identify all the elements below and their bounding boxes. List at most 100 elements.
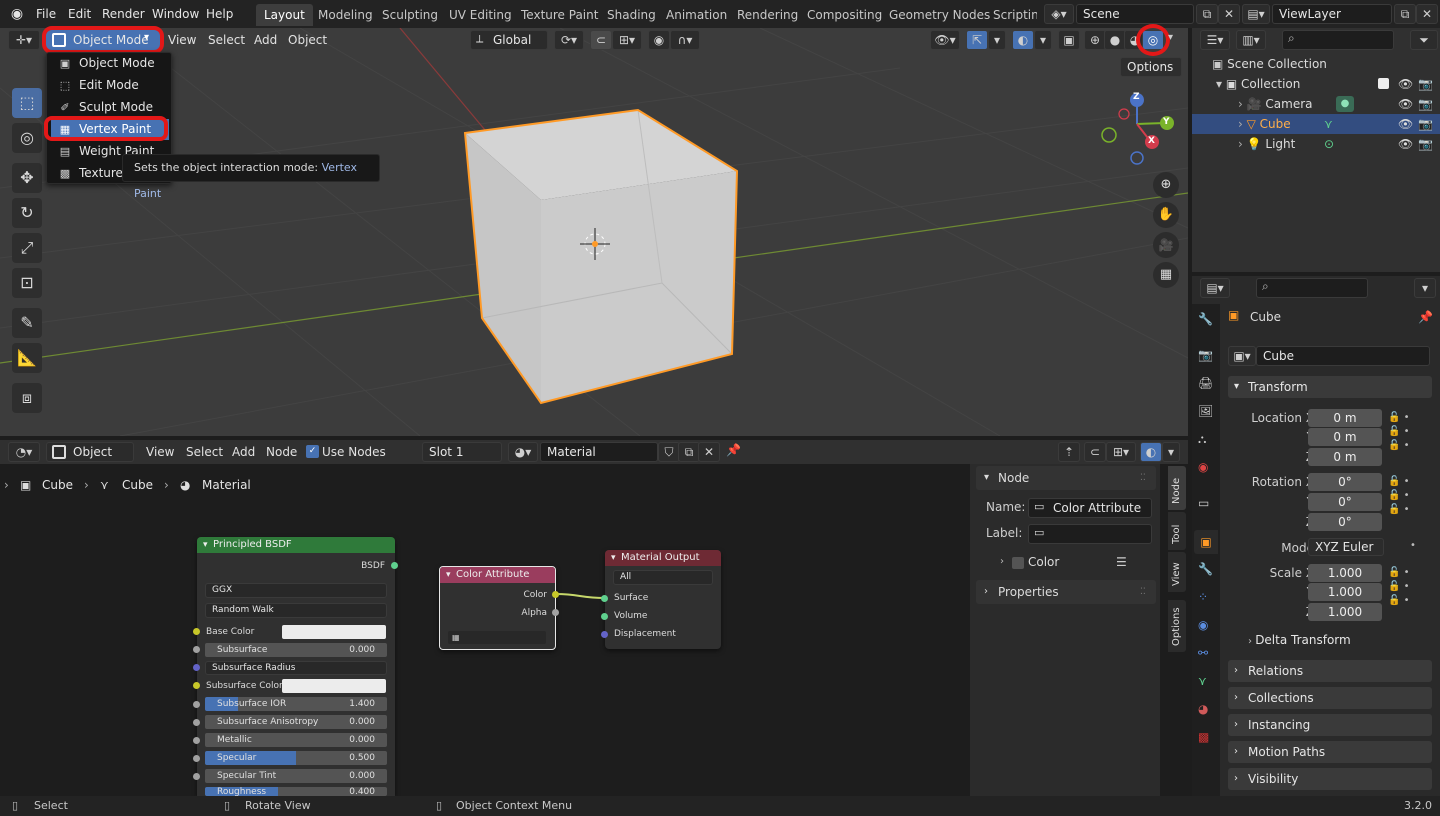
scale-lock-icons[interactable]: 🔓 • 🔓 • 🔓 • — [1388, 566, 1410, 608]
subsurface-color-swatch[interactable] — [282, 679, 386, 693]
roughness-field[interactable]: Roughness 0.400 — [205, 787, 387, 796]
section-properties[interactable]: › Properties ⁚⁚ — [976, 580, 1156, 604]
section-delta-transform[interactable]: › Delta Transform — [1248, 633, 1351, 647]
falloff-icon[interactable]: ∩▾ — [670, 30, 700, 50]
menu-select[interactable]: Select — [208, 28, 245, 52]
outliner-row-cube[interactable]: › ▽ Cube ⋎ 👁 📷 — [1192, 114, 1440, 134]
volume-socket[interactable] — [601, 613, 608, 620]
snap-element-icon[interactable]: ⊞▾ — [1106, 442, 1136, 462]
section-motion-paths[interactable]: › Motion Paths — [1228, 741, 1432, 763]
color-output-socket[interactable] — [552, 591, 559, 598]
node-header[interactable]: ▾ Principled BSDF — [197, 537, 395, 553]
outliner-search-input[interactable] — [1282, 30, 1394, 50]
texture-tab-icon[interactable]: ▩ — [1198, 730, 1209, 744]
section-visibility[interactable]: › Visibility — [1228, 768, 1432, 790]
tab-layout[interactable]: Layout — [256, 4, 313, 26]
tab-geometry-nodes[interactable]: Geometry Nodes — [881, 4, 998, 26]
location-z-field[interactable]: 0 m — [1308, 448, 1382, 466]
outliner-row-collection[interactable]: ▾ ▣ Collection 👁 📷 — [1192, 74, 1440, 94]
tab-modeling[interactable]: Modeling — [310, 4, 381, 26]
options-dropdown[interactable]: Options — [1120, 57, 1182, 77]
camera-data-icon[interactable]: ● — [1336, 96, 1354, 112]
fake-user-shield-icon[interactable]: ⛉ — [658, 442, 680, 462]
outliner-row-scene-collection[interactable]: ▣ Scene Collection — [1192, 54, 1440, 74]
rotate-tool-icon[interactable]: ↻ — [12, 198, 42, 228]
subsurface-radius-socket[interactable] — [193, 664, 200, 671]
output-tab-icon[interactable]: 🖨 — [1198, 376, 1213, 390]
menu-edit[interactable]: Edit — [68, 0, 91, 28]
gizmo-toggle-icon[interactable]: ⇱ — [966, 30, 988, 50]
menu-item-object-mode[interactable]: ▣ Object Mode — [51, 53, 169, 74]
cube-mesh[interactable] — [463, 108, 739, 405]
menu-help[interactable]: Help — [206, 0, 233, 28]
subsurface-ior-socket[interactable] — [193, 701, 200, 708]
section-relations[interactable]: › Relations — [1228, 660, 1432, 682]
snap-icon[interactable]: ⊂ — [590, 30, 612, 50]
subsurface-socket[interactable] — [193, 646, 200, 653]
subsurface-field[interactable]: Subsurface 0.000 — [205, 643, 387, 657]
pivot-point-icon[interactable]: ⟳▾ — [554, 30, 584, 50]
outliner-row-light[interactable]: › 💡 Light ⊙ 👁 📷 — [1192, 134, 1440, 154]
viewlayer-delete-icon[interactable]: ✕ — [1416, 4, 1438, 24]
specular-tint-socket[interactable] — [193, 773, 200, 780]
menu-item-sculpt-mode[interactable]: ✐ Sculpt Mode — [51, 97, 169, 118]
alpha-output-socket[interactable] — [552, 609, 559, 616]
properties-editor-type-icon[interactable]: ▤▾ — [1200, 278, 1230, 298]
parent-node-tree-icon[interactable]: ⇡ — [1058, 442, 1080, 462]
camera-render-icon[interactable]: 📷 — [1418, 114, 1433, 134]
viewlayer-copy-icon[interactable]: ⧉ — [1394, 4, 1416, 24]
tab-animation[interactable]: Animation — [658, 4, 735, 26]
section-collections[interactable]: › Collections — [1228, 687, 1432, 709]
snap-target-icon[interactable]: ⊞▾ — [612, 30, 642, 50]
surface-socket[interactable] — [601, 595, 608, 602]
properties-search-input[interactable] — [1256, 278, 1368, 298]
drag-handle-icon[interactable]: ⁚⁚ — [1140, 466, 1146, 490]
base-color-swatch[interactable] — [282, 625, 386, 639]
location-x-field[interactable]: 0 m — [1308, 409, 1382, 427]
node-name-field[interactable]: Color Attribute — [1028, 498, 1152, 518]
menu-view[interactable]: View — [168, 28, 196, 52]
color-attribute-node[interactable]: ▾ Color Attribute Color Alpha ▦ — [439, 566, 556, 650]
bsdf-output-socket[interactable] — [391, 562, 398, 569]
lock-icons[interactable]: 🔓 • 🔓 • 🔓 • — [1388, 411, 1410, 453]
select-box-tool-icon[interactable]: ⬚ — [12, 88, 42, 118]
scale-y-field[interactable]: 1.000 — [1308, 583, 1382, 601]
camera-view-icon[interactable]: 🎥 — [1153, 232, 1179, 258]
outliner-editor-type-icon[interactable]: ☰▾ — [1200, 30, 1230, 50]
material-name-field[interactable]: Material — [540, 442, 658, 462]
specular-field[interactable]: Specular 0.500 — [205, 751, 387, 765]
menu-view[interactable]: View — [146, 440, 174, 464]
filter-icon[interactable]: ⏷ — [1410, 30, 1438, 50]
node-editor-type-icon[interactable]: ◔▾ — [8, 442, 40, 462]
properties-options-icon[interactable]: ▾ — [1414, 278, 1436, 298]
material-output-node[interactable]: ▾ Material Output All Surface Volume Disp… — [605, 550, 721, 649]
cursor-tool-icon[interactable]: ◎ — [12, 123, 42, 153]
navigation-gizmo[interactable] — [1101, 93, 1174, 165]
viewlayer-browse-icon[interactable]: ▤▾ — [1242, 4, 1270, 24]
menu-item-texture-paint[interactable]: ▩ Texture Paint — [51, 163, 129, 184]
view-layer-tab-icon[interactable]: 🖼 — [1198, 404, 1213, 418]
rotation-mode-dropdown[interactable]: XYZ Euler — [1308, 538, 1384, 556]
tab-rendering[interactable]: Rendering — [729, 4, 806, 26]
section-transform[interactable]: ▾ Transform — [1228, 376, 1432, 398]
menu-item-edit-mode[interactable]: ⬚ Edit Mode — [51, 75, 169, 96]
overlays-icon[interactable]: ◐ — [1012, 30, 1034, 50]
menu-node[interactable]: Node — [266, 440, 297, 464]
display-mode-icon[interactable]: ▥▾ — [1236, 30, 1266, 50]
solid-shading-icon[interactable]: ● — [1104, 30, 1126, 50]
blender-logo-icon[interactable]: ◉ — [8, 5, 26, 23]
tab-texture-paint[interactable]: Texture Paint — [513, 4, 606, 26]
constraints-tab-icon[interactable]: ⚯ — [1198, 646, 1208, 660]
tab-sculpting[interactable]: Sculpting — [374, 4, 446, 26]
eye-icon[interactable]: 👁 — [1398, 94, 1413, 114]
menu-select[interactable]: Select — [186, 440, 223, 464]
eye-icon[interactable]: 👁 — [1398, 134, 1413, 154]
mode-keyframe-dot[interactable]: • — [1410, 540, 1416, 551]
scene-delete-icon[interactable]: ✕ — [1218, 4, 1240, 24]
overlays-dropdown-icon[interactable]: ▾ — [1034, 30, 1052, 50]
physics-tab-icon[interactable]: ◉ — [1198, 618, 1208, 632]
scene-browse-icon[interactable]: ◈▾ — [1044, 4, 1074, 24]
sidebar-tab-view[interactable]: View — [1168, 552, 1186, 592]
scene-tab-icon[interactable]: ⛬ — [1198, 432, 1206, 447]
subsurface-anisotropy-field[interactable]: Subsurface Anisotropy 0.000 — [205, 715, 387, 729]
